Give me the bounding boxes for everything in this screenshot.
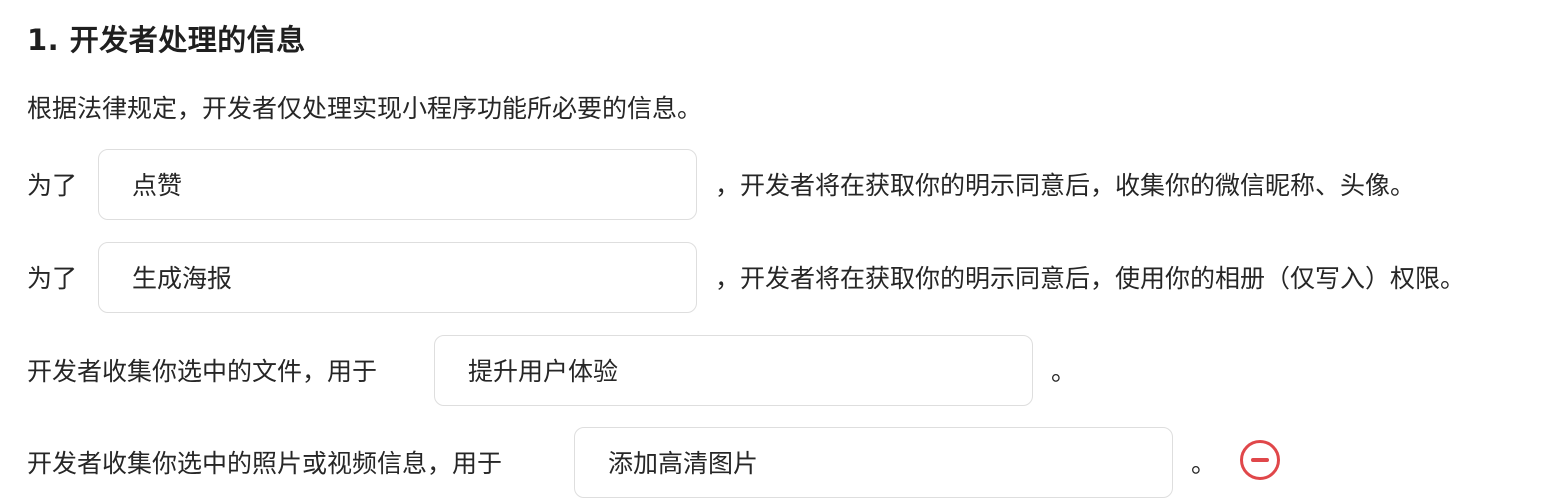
row-suffix: 。	[1051, 357, 1077, 386]
section-title: 1. 开发者处理的信息	[27, 23, 306, 57]
purpose-input[interactable]: 提升用户体验	[434, 334, 1033, 406]
row-prefix: 开发者收集你选中的文件，用于	[27, 357, 378, 386]
remove-row-icon[interactable]	[1240, 440, 1280, 480]
row-prefix: 为了	[27, 264, 78, 293]
purpose-row: 为了 点赞 ，开发者将在获取你的明示同意后，收集你的微信昵称、头像。	[27, 148, 1415, 220]
row-suffix: 。	[1191, 449, 1217, 478]
purpose-input[interactable]: 添加高清图片	[574, 426, 1173, 498]
purpose-row: 开发者收集你选中的文件，用于 提升用户体验 。	[27, 334, 1076, 406]
row-suffix: ，开发者将在获取你的明示同意后，收集你的微信昵称、头像。	[715, 171, 1416, 200]
row-prefix: 开发者收集你选中的照片或视频信息，用于	[27, 449, 503, 478]
row-prefix: 为了	[27, 171, 78, 200]
purpose-input[interactable]: 生成海报	[98, 241, 697, 313]
row-suffix: ，开发者将在获取你的明示同意后，使用你的相册（仅写入）权限。	[715, 264, 1466, 293]
purpose-input[interactable]: 点赞	[98, 148, 697, 220]
privacy-info-section: 1. 开发者处理的信息 根据法律规定，开发者仅处理实现小程序功能所必要的信息。 …	[0, 0, 1554, 500]
section-intro: 根据法律规定，开发者仅处理实现小程序功能所必要的信息。	[27, 94, 703, 123]
purpose-row: 开发者收集你选中的照片或视频信息，用于 添加高清图片 。	[27, 426, 1216, 498]
purpose-row: 为了 生成海报 ，开发者将在获取你的明示同意后，使用你的相册（仅写入）权限。	[27, 241, 1465, 313]
